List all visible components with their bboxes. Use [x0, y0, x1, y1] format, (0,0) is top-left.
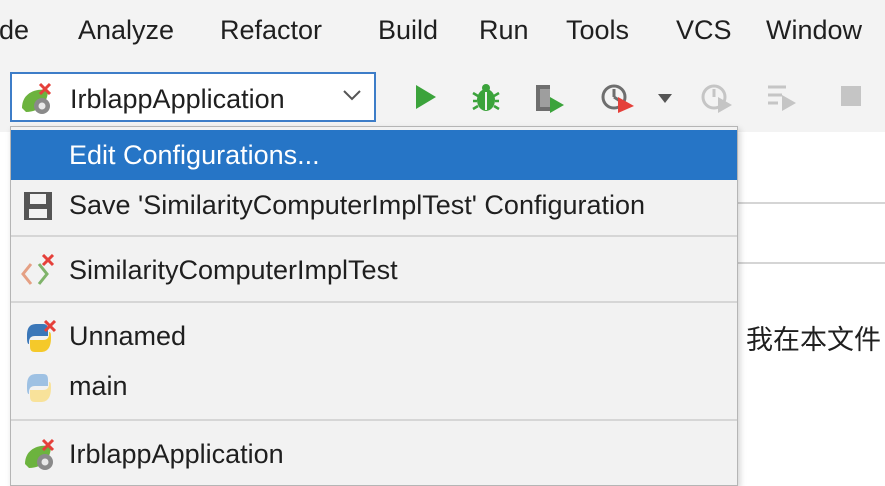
attach-debugger-icon[interactable]: [700, 83, 734, 118]
profile-icon[interactable]: [600, 83, 636, 118]
chevron-down-icon: [342, 88, 362, 107]
menu-refactor[interactable]: Refactor: [220, 14, 322, 46]
save-icon: [21, 189, 55, 228]
python-error-icon: [21, 319, 59, 361]
profile-dropdown-icon[interactable]: [657, 92, 673, 110]
junit-test-error-icon: [21, 253, 59, 293]
pane-divider: [738, 202, 885, 204]
run-to-cursor-icon[interactable]: [766, 83, 798, 116]
save-configuration-item[interactable]: Save 'SimilarityComputerImplTest' Config…: [11, 180, 737, 230]
similarity-test-config-item[interactable]: SimilarityComputerImplTest: [11, 245, 737, 295]
spring-boot-error-icon: [21, 438, 61, 477]
menu-separator: [11, 419, 737, 421]
menu-run[interactable]: Run: [479, 14, 529, 46]
menu-vcs[interactable]: VCS: [676, 14, 732, 46]
edit-configurations-item[interactable]: Edit Configurations...: [11, 130, 737, 180]
menu-code[interactable]: de: [0, 14, 29, 46]
debug-icon[interactable]: [470, 83, 502, 118]
irblapp-config-item[interactable]: IrblappApplication: [11, 429, 737, 479]
run-configuration-selector[interactable]: IrblappApplication: [10, 72, 376, 122]
run-configuration-dropdown: Edit Configurations... Save 'SimilarityC…: [10, 126, 738, 486]
save-configuration-label: Save 'SimilarityComputerImplTest' Config…: [69, 190, 646, 220]
edit-configurations-label: Edit Configurations...: [69, 140, 320, 170]
irblapp-config-label: IrblappApplication: [69, 439, 284, 469]
menu-tools[interactable]: Tools: [566, 14, 629, 46]
menu-analyze[interactable]: Analyze: [78, 14, 174, 46]
menu-bar: de Analyze Refactor Build Run Tools VCS …: [0, 0, 885, 62]
main-config-label: main: [69, 371, 128, 401]
menu-separator: [11, 235, 737, 237]
coverage-icon[interactable]: [532, 83, 566, 118]
stop-icon[interactable]: [838, 83, 864, 114]
run-configuration-label: IrblappApplication: [70, 84, 285, 114]
run-icon[interactable]: [412, 83, 438, 116]
similarity-test-config-label: SimilarityComputerImplTest: [69, 255, 398, 285]
spring-boot-error-icon: [18, 82, 58, 121]
menu-window[interactable]: Window: [766, 14, 862, 46]
editor-text: 我在本文件: [746, 325, 881, 355]
main-config-item[interactable]: main: [11, 361, 737, 411]
pane-divider: [738, 262, 885, 264]
unnamed-config-label: Unnamed: [69, 321, 187, 351]
python-icon: [21, 370, 59, 411]
menu-separator: [11, 301, 737, 303]
toolbar: IrblappApplication: [0, 62, 885, 132]
unnamed-config-item[interactable]: Unnamed: [11, 311, 737, 361]
menu-build[interactable]: Build: [378, 14, 438, 46]
